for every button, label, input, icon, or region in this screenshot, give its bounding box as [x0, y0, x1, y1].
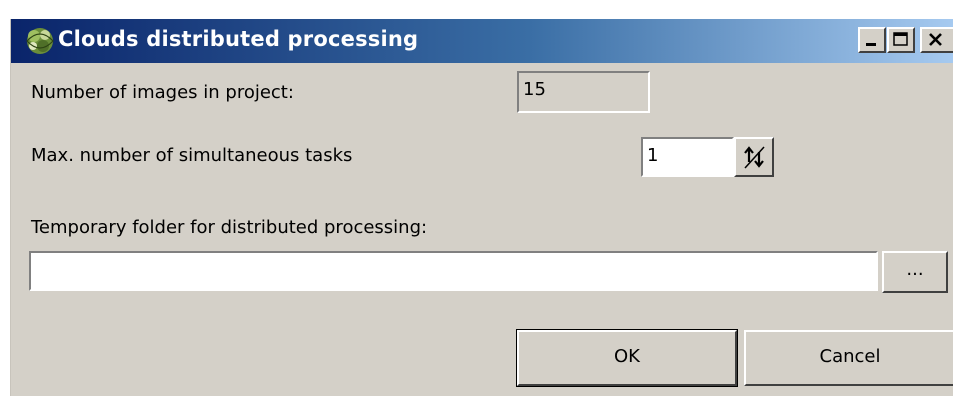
cancel-button[interactable]: Cancel — [744, 330, 953, 386]
maximize-icon — [893, 32, 908, 46]
images-count-label: Number of images in project: — [31, 82, 294, 103]
minimize-button[interactable] — [858, 27, 886, 53]
minimize-icon — [866, 43, 876, 46]
spin-arrows-icon — [744, 146, 765, 169]
dialog-window: Clouds distributed processing Number of … — [10, 19, 953, 396]
max-tasks-spin-button[interactable] — [734, 137, 774, 177]
temp-folder-input[interactable] — [29, 251, 878, 291]
title-bar[interactable]: Clouds distributed processing — [11, 19, 953, 63]
max-tasks-label: Max. number of simultaneous tasks — [31, 145, 353, 166]
maximize-button[interactable] — [887, 27, 915, 53]
close-button[interactable] — [920, 27, 953, 53]
window-title: Clouds distributed processing — [58, 27, 419, 51]
max-tasks-input[interactable]: 1 — [641, 137, 734, 177]
close-icon — [929, 33, 942, 46]
images-count-field: 15 — [517, 71, 650, 113]
ok-button[interactable]: OK — [516, 329, 738, 387]
browse-button[interactable]: ... — [882, 251, 948, 293]
temp-folder-label: Temporary folder for distributed process… — [31, 217, 428, 238]
app-icon — [26, 28, 54, 54]
